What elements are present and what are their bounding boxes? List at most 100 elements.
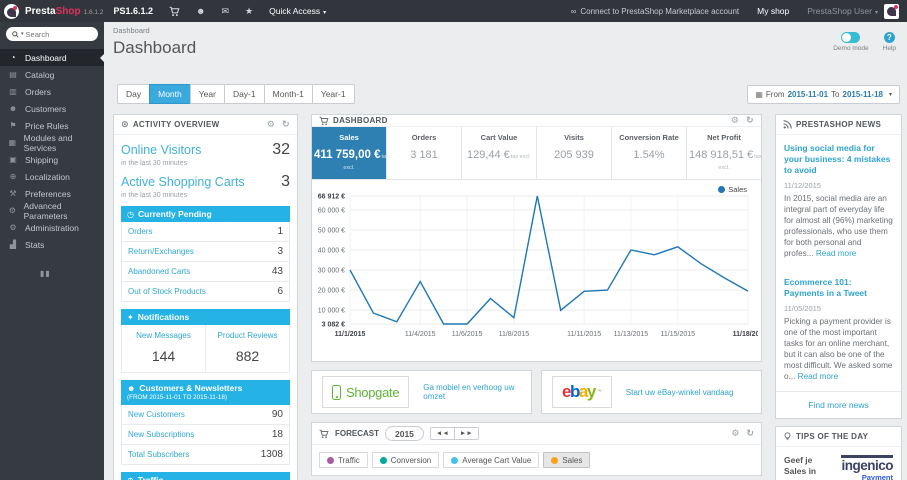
- previous-year-button[interactable]: ◄◄: [430, 428, 454, 439]
- tips-of-the-day-panel: TIPS OF THE DAY ingenico Payment service…: [775, 425, 902, 480]
- catalog-icon: ▤: [9, 70, 17, 79]
- customers-row-new: New Customers 90: [121, 405, 290, 425]
- cart-icon: [319, 116, 329, 125]
- sidebar-item-localization[interactable]: ⊕ Localization: [0, 168, 104, 185]
- preset-day-button[interactable]: Day: [117, 84, 151, 104]
- sidebar-item-customers[interactable]: ☻ Customers: [0, 100, 104, 117]
- dashboard-icon: ◔: [10, 53, 16, 62]
- sidebar-search[interactable]: ▾: [6, 27, 98, 41]
- preset-year-button[interactable]: Year: [189, 84, 225, 104]
- svg-text:66 912 €: 66 912 €: [318, 194, 345, 201]
- help-label: Help: [882, 45, 896, 52]
- preset-year-1-button[interactable]: Year-1: [311, 84, 355, 104]
- help-icon[interactable]: ?: [883, 32, 895, 43]
- forecast-year[interactable]: 2015: [385, 426, 424, 441]
- news-date: 11/12/2015: [784, 181, 821, 191]
- shipping-truck-icon: ▣: [9, 155, 17, 164]
- find-more-news-link[interactable]: Find more news: [776, 390, 901, 418]
- sidebar-item-price-rules[interactable]: ⚑ Price Rules: [0, 117, 104, 134]
- product-reviews-cell[interactable]: Product Reviews 882: [205, 325, 289, 372]
- gear-icon[interactable]: ⚙: [731, 115, 739, 126]
- sales-chart-area: Sales 66 912 € 60 000 € 50 000 € 40 000 € 30…: [312, 180, 764, 364]
- globe-icon: ⊕: [127, 475, 134, 480]
- quick-access-menu[interactable]: Quick Access ▾: [269, 6, 326, 16]
- globe-icon: ⊕: [9, 172, 17, 181]
- sidebar-item-dashboard[interactable]: ◔ Dashboard: [0, 49, 104, 66]
- ebay-promo-link[interactable]: Start uw eBay-winkel vandaag: [626, 388, 734, 397]
- gear-icon[interactable]: ⚙: [267, 119, 275, 130]
- chevron-down-icon[interactable]: ▾: [21, 31, 24, 37]
- active-carts-label[interactable]: Active Shopping Carts: [121, 175, 245, 189]
- preset-day-1-button[interactable]: Day-1: [223, 84, 265, 104]
- version-label: PS1.6.1.2: [113, 6, 153, 16]
- employees-icon[interactable]: ☻: [196, 6, 205, 16]
- date-range-picker[interactable]: ▦ From 2015-11-01 To 2015-11-18 ▾: [747, 84, 900, 104]
- kpi-tab-cart-value[interactable]: Cart Value 129,44 €tax excl.: [462, 127, 537, 179]
- legend-avg-cart-button[interactable]: Average Cart Value: [443, 452, 540, 468]
- my-shop-link[interactable]: My shop: [757, 6, 789, 16]
- user-menu[interactable]: PrestaShop User ▾: [807, 6, 878, 16]
- search-input[interactable]: [25, 29, 78, 39]
- gear-icon[interactable]: ⚙: [731, 428, 739, 439]
- sidebar-collapse-button[interactable]: ▮▮: [40, 269, 104, 278]
- cart-icon: [319, 429, 329, 438]
- refresh-icon[interactable]: ↻: [746, 115, 754, 126]
- user-avatar[interactable]: [884, 3, 899, 19]
- news-item: Using social media for your business: 4 …: [784, 143, 893, 259]
- legend-traffic-button[interactable]: Traffic: [319, 452, 368, 468]
- sidebar-item-preferences[interactable]: ⚒ Preferences: [0, 185, 104, 202]
- news-title-link[interactable]: Using social media for your business: 4 …: [784, 143, 893, 176]
- trophy-icon[interactable]: ★: [245, 6, 253, 17]
- kpi-tab-sales[interactable]: Sales 411 759,00 €tax excl.: [312, 127, 389, 179]
- sidebar-item-modules[interactable]: ▦ Modules and Services: [0, 133, 104, 153]
- news-title-link[interactable]: Ecommerce 101: Payments in a Tweet: [784, 277, 893, 299]
- preset-month-1-button[interactable]: Month-1: [263, 84, 313, 104]
- sidebar-item-catalog[interactable]: ▤ Catalog: [0, 66, 104, 83]
- legend-sales-button[interactable]: Sales: [543, 452, 591, 468]
- marketplace-link[interactable]: ∞ Connect to PrestaShop Marketplace accou…: [571, 7, 739, 16]
- ingenico-logo: ingenico Payment services: [827, 454, 893, 480]
- new-messages-cell[interactable]: New Messages 144: [122, 325, 205, 372]
- breadcrumb[interactable]: Dashboard: [113, 24, 196, 35]
- active-carts-value: 3: [281, 173, 290, 190]
- news-date: 11/05/2015: [784, 303, 821, 313]
- bell-icon: ✦: [127, 312, 134, 322]
- clock-icon: ◷: [127, 209, 134, 219]
- kpi-tab-orders[interactable]: Orders 3 181: [387, 127, 462, 179]
- demo-mode-label: Demo mode: [833, 45, 869, 52]
- activity-icon: ⊙: [121, 119, 129, 129]
- sidebar-item-administration[interactable]: ⚙ Administration: [0, 219, 104, 236]
- customers-row-subscriptions: New Subscriptions 18: [121, 425, 290, 445]
- next-year-button[interactable]: ►►: [453, 428, 478, 439]
- online-visitors-label[interactable]: Online Visitors: [121, 143, 201, 157]
- refresh-icon[interactable]: ↻: [746, 428, 754, 439]
- pending-section-header: ◷ Currently Pending: [121, 206, 290, 222]
- kpi-tab-net-profit[interactable]: Net Profit 148 918,51 €tax excl.: [687, 127, 762, 179]
- sidebar-item-advanced-parameters[interactable]: ⚙ Advanced Parameters: [0, 201, 104, 221]
- demo-mode-toggle[interactable]: [841, 32, 861, 43]
- prestashop-logo-icon: [4, 3, 19, 19]
- brand-shop: Shop: [55, 5, 81, 17]
- kpi-tab-visits[interactable]: Visits 205 939: [537, 127, 612, 179]
- sidebar-item-stats[interactable]: ▟ Stats: [0, 236, 104, 253]
- forecast-panel-title: FORECAST: [335, 429, 379, 438]
- messages-icon[interactable]: ✉: [221, 6, 229, 17]
- date-to: 2015-11-18: [842, 89, 883, 99]
- price-rules-icon: ⚑: [9, 121, 17, 130]
- ebay-promo-card: e b a y ™ Start uw eBay-winkel vandaag: [541, 370, 762, 414]
- chart-legend[interactable]: Sales: [718, 185, 747, 194]
- kpi-tab-conversion[interactable]: Conversion Rate 1.54%: [612, 127, 687, 179]
- sales-series-dot: [551, 456, 559, 464]
- read-more-link[interactable]: Read more: [798, 372, 839, 381]
- sidebar-item-shipping[interactable]: ▣ Shipping: [0, 151, 104, 168]
- cart-icon[interactable]: [169, 6, 180, 17]
- dashboard-panel: DASHBOARD ⚙ ↻ Sales 411 759,00 €tax excl. …: [311, 114, 764, 364]
- orders-icon: ▥: [9, 87, 17, 96]
- sidebar-item-orders[interactable]: ▥ Orders: [0, 83, 104, 100]
- preset-month-button[interactable]: Month: [149, 84, 191, 104]
- svg-text:40 000 €: 40 000 €: [318, 248, 345, 255]
- refresh-icon[interactable]: ↻: [282, 119, 290, 130]
- shopgate-promo-link[interactable]: Ga mobiel en verhoog uw omzet: [423, 383, 521, 401]
- read-more-link[interactable]: Read more: [816, 249, 857, 258]
- legend-conversion-button[interactable]: Conversion: [371, 452, 440, 468]
